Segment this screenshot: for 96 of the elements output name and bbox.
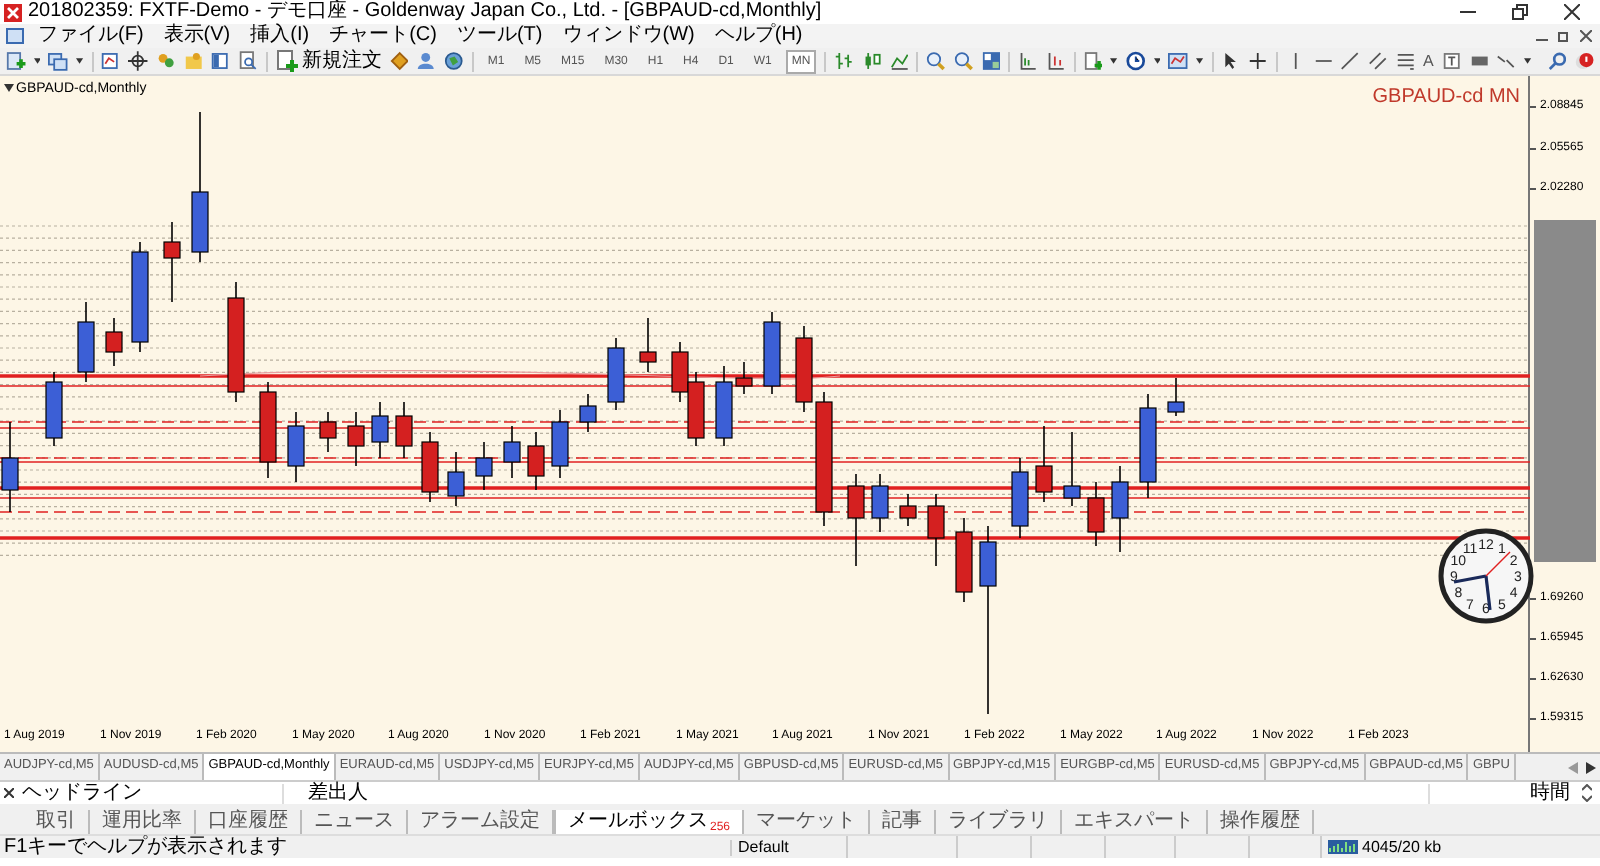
crosshair-icon[interactable] <box>1248 50 1268 72</box>
status-help-text: F1キーでヘルプが表示されます <box>2 837 290 857</box>
candle <box>639 317 657 373</box>
caret-icon[interactable] <box>1523 58 1532 64</box>
menu-item[interactable]: 表示(V) <box>153 26 241 46</box>
windows-icon[interactable] <box>48 50 69 72</box>
candle <box>1 421 19 513</box>
candle <box>371 401 389 459</box>
candle <box>421 431 439 503</box>
person-icon[interactable] <box>416 50 437 72</box>
autoscroll-icon[interactable] <box>1046 50 1066 72</box>
candle <box>763 311 781 395</box>
candle <box>1063 431 1081 507</box>
document-plus-icon[interactable] <box>6 50 26 72</box>
bar-chart-icon[interactable] <box>834 50 854 72</box>
candle <box>447 451 465 507</box>
candle <box>671 341 689 403</box>
candle <box>105 317 123 367</box>
menu-item[interactable]: ヘルプ(H) <box>704 26 813 46</box>
candle <box>287 411 305 483</box>
candle-chart-icon[interactable] <box>861 50 882 72</box>
menu-item[interactable]: ウィンドウ(W) <box>552 26 705 46</box>
line-chart-icon[interactable] <box>889 50 909 72</box>
chart-window-icon[interactable] <box>100 50 121 72</box>
caret-icon[interactable] <box>33 58 41 64</box>
candle <box>527 431 545 491</box>
candle <box>1111 465 1129 553</box>
candle <box>551 409 569 479</box>
candle <box>227 281 245 403</box>
status-profile: Default <box>730 839 846 855</box>
connection-bars-icon <box>1328 840 1358 854</box>
crosshair-icon[interactable] <box>128 50 148 72</box>
menu-item[interactable]: ファイル(F) <box>28 26 154 46</box>
restore-icon[interactable] <box>1512 4 1528 20</box>
candle <box>259 381 277 479</box>
new-order-button[interactable]: 新規注文 <box>275 50 382 72</box>
clock-icon[interactable] <box>1125 50 1146 72</box>
candle <box>395 401 413 459</box>
text-label-icon[interactable] <box>1441 50 1462 72</box>
candle <box>1139 393 1157 499</box>
zoom-in-icon[interactable] <box>926 50 946 72</box>
indicator-plus-icon[interactable] <box>1083 50 1103 72</box>
candle <box>77 301 95 383</box>
scroll-right-icon[interactable] <box>1586 761 1596 773</box>
menu-app-icon <box>6 28 24 44</box>
candle <box>1087 481 1105 547</box>
candle <box>45 371 63 447</box>
text-tool-button[interactable]: A <box>1422 53 1434 69</box>
chart-shift-icon[interactable] <box>1018 50 1039 72</box>
caret-icon[interactable] <box>1195 58 1204 64</box>
trend-line-icon[interactable] <box>1340 50 1360 72</box>
status-traffic: 4045/20 kb <box>1362 839 1442 855</box>
diamond-icon[interactable] <box>389 50 409 72</box>
candle <box>607 337 625 411</box>
close-icon[interactable] <box>4 788 14 798</box>
dropdown-arrow-icon <box>4 84 14 92</box>
candle <box>687 371 705 447</box>
document-magnifier-icon[interactable] <box>238 50 258 72</box>
search-icon[interactable] <box>1547 50 1567 72</box>
scroll-arrows-icon[interactable] <box>1582 784 1592 802</box>
menu-item[interactable]: ツール(T) <box>446 26 553 46</box>
candle <box>1167 377 1185 417</box>
candle <box>347 411 365 467</box>
candle <box>847 473 865 567</box>
candle <box>163 221 181 303</box>
panel-icon[interactable] <box>210 50 231 72</box>
notification-icon[interactable] <box>1574 50 1594 72</box>
caret-icon[interactable] <box>76 58 84 64</box>
candle <box>475 441 493 491</box>
close-icon[interactable] <box>1564 4 1580 20</box>
caret-icon[interactable] <box>1153 58 1161 64</box>
child-restore-icon[interactable] <box>1558 30 1570 42</box>
caret-icon[interactable] <box>1110 58 1118 64</box>
zoom-out-icon[interactable] <box>953 50 974 72</box>
arrows-icon[interactable] <box>1496 50 1516 72</box>
candle <box>955 517 973 603</box>
globe-icon[interactable] <box>444 50 464 72</box>
candle <box>927 493 945 567</box>
template-icon[interactable] <box>1168 50 1188 72</box>
child-close-icon[interactable] <box>1580 30 1592 42</box>
column-header[interactable]: ヘッドライン <box>22 783 282 803</box>
candle <box>503 425 521 479</box>
chart-symbol-watermark: GBPAUD-cd MN <box>1372 88 1520 108</box>
menu-item[interactable]: チャート(C) <box>319 26 447 46</box>
candle <box>579 393 597 433</box>
tile-windows-icon[interactable] <box>981 50 1001 72</box>
channel-icon[interactable] <box>1367 50 1388 72</box>
candle <box>1011 457 1029 539</box>
menu-item[interactable]: 挿入(I) <box>240 26 320 46</box>
candle <box>1035 425 1053 503</box>
candle <box>899 493 917 527</box>
candle <box>871 473 889 533</box>
candle <box>319 411 337 453</box>
cursor-icon[interactable] <box>1220 50 1241 72</box>
candle <box>131 241 149 353</box>
fibonacci-icon[interactable] <box>1395 50 1415 72</box>
